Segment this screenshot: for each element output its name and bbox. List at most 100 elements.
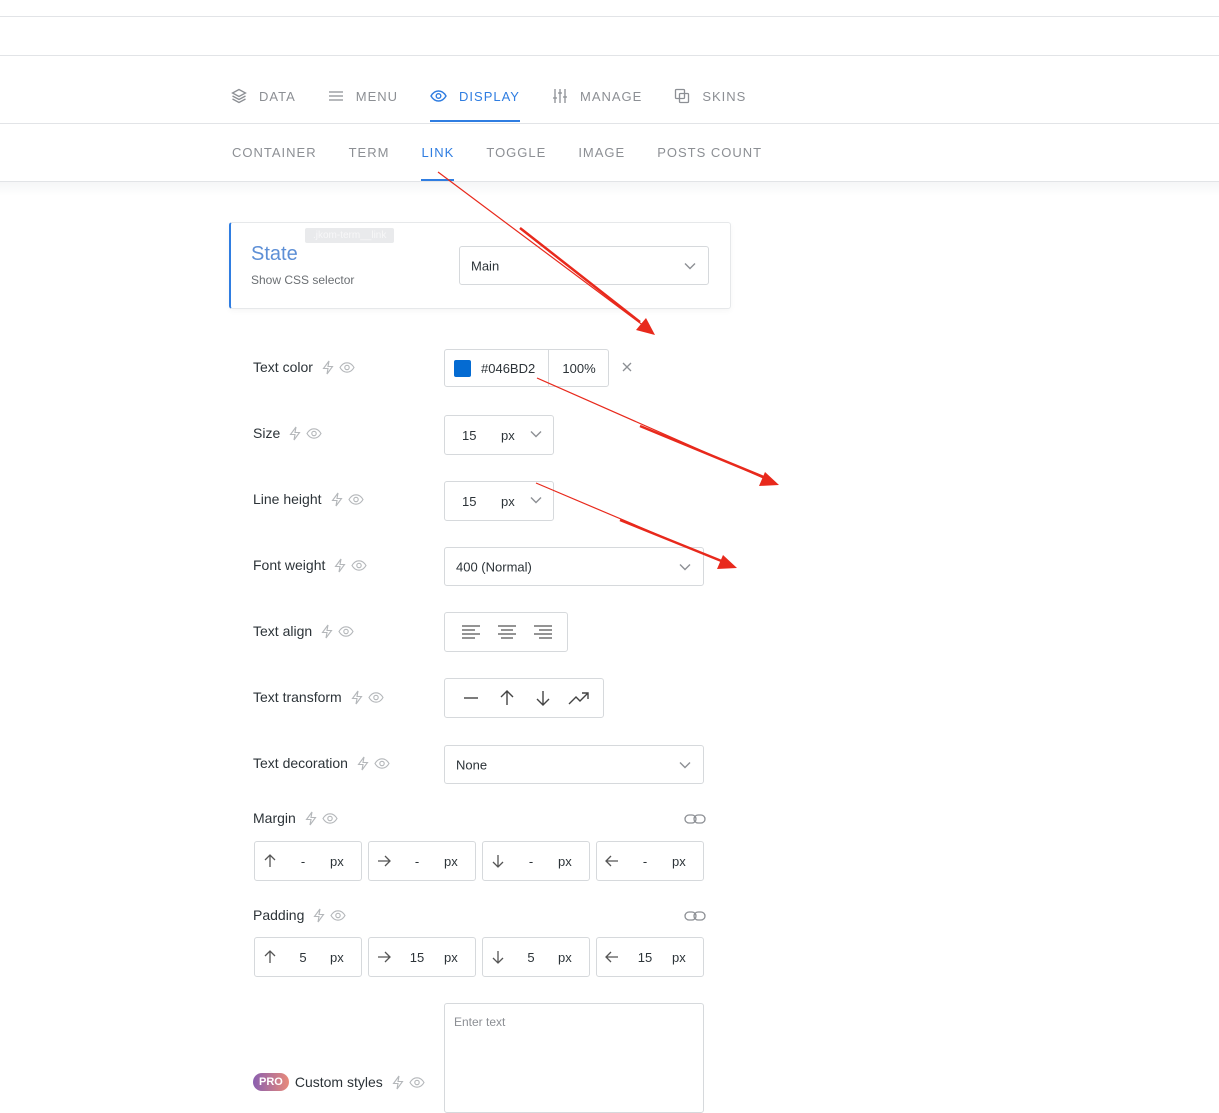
- tab-manage[interactable]: MANAGE: [552, 84, 642, 108]
- align-center-button[interactable]: [489, 613, 525, 651]
- margin-top-value[interactable]: -: [293, 854, 313, 869]
- tab-data[interactable]: DATA: [231, 84, 296, 108]
- margin-left-input[interactable]: - px: [596, 841, 704, 881]
- padding-bottom-input[interactable]: 5 px: [482, 937, 590, 977]
- eye-icon[interactable]: [306, 426, 322, 441]
- margin-right-input[interactable]: - px: [368, 841, 476, 881]
- align-left-button[interactable]: [453, 613, 489, 651]
- margin-right-unit[interactable]: px: [444, 854, 458, 869]
- bolt-icon[interactable]: [288, 426, 302, 441]
- font-weight-value: 400 (Normal): [456, 559, 532, 574]
- eye-icon[interactable]: [338, 624, 354, 639]
- bolt-icon[interactable]: [320, 624, 334, 639]
- color-opacity-value[interactable]: 100%: [548, 350, 609, 386]
- eye-icon[interactable]: [322, 811, 338, 826]
- margin-right-value[interactable]: -: [407, 854, 427, 869]
- padding-top-input[interactable]: 5 px: [254, 937, 362, 977]
- bolt-icon[interactable]: [391, 1075, 405, 1090]
- bolt-icon[interactable]: [312, 908, 326, 923]
- subtab-toggle[interactable]: TOGGLE: [486, 143, 546, 163]
- transform-uppercase-button[interactable]: [489, 679, 525, 717]
- padding-right-input[interactable]: 15 px: [368, 937, 476, 977]
- subtab-link[interactable]: LINK: [421, 143, 455, 181]
- line-height-input[interactable]: 15 px: [444, 481, 554, 521]
- eye-icon[interactable]: [368, 690, 384, 705]
- state-select[interactable]: Main: [459, 246, 709, 285]
- subtab-container[interactable]: CONTAINER: [232, 143, 317, 163]
- bolt-icon[interactable]: [330, 492, 344, 507]
- link-values-icon[interactable]: [684, 909, 706, 923]
- margin-left-unit[interactable]: px: [672, 854, 686, 869]
- text-color-label: Text color: [253, 359, 313, 375]
- line-height-unit[interactable]: px: [501, 494, 515, 509]
- link-values-icon[interactable]: [684, 812, 706, 826]
- transform-lowercase-button[interactable]: [525, 679, 561, 717]
- eye-icon[interactable]: [339, 360, 355, 375]
- eye-icon: [430, 90, 447, 102]
- arrow-right-icon: [378, 951, 391, 963]
- line-height-value[interactable]: 15: [462, 494, 476, 509]
- margin-top-unit[interactable]: px: [330, 854, 344, 869]
- subtab-term[interactable]: TERM: [349, 143, 390, 163]
- arrow-left-icon: [605, 951, 618, 963]
- margin-bottom-value[interactable]: -: [521, 854, 541, 869]
- annotation-arrow: [536, 377, 779, 486]
- layers-icon: [231, 88, 247, 104]
- text-color-picker[interactable]: #046BD2 100%: [444, 349, 609, 387]
- color-swatch[interactable]: [454, 360, 471, 377]
- clear-color-icon[interactable]: [620, 360, 634, 374]
- custom-styles-placeholder: Enter text: [454, 1015, 506, 1029]
- bolt-icon[interactable]: [350, 690, 364, 705]
- size-value[interactable]: 15: [462, 428, 476, 443]
- margin-left-value[interactable]: -: [635, 854, 655, 869]
- bolt-icon[interactable]: [333, 558, 347, 573]
- eye-icon[interactable]: [351, 558, 368, 573]
- size-input[interactable]: 15 px: [444, 415, 554, 455]
- sliders-icon: [552, 89, 567, 103]
- tab-skins-label: SKINS: [702, 88, 747, 104]
- color-hex-value[interactable]: #046BD2: [481, 361, 535, 376]
- margin-bottom-input[interactable]: - px: [482, 841, 590, 881]
- padding-right-value[interactable]: 15: [407, 950, 427, 965]
- subtab-image[interactable]: IMAGE: [578, 143, 625, 163]
- chevron-down-icon[interactable]: [530, 430, 542, 438]
- padding-left-unit[interactable]: px: [672, 950, 686, 965]
- line-height-row-label: Line height: [253, 491, 368, 507]
- align-right-button[interactable]: [525, 613, 561, 651]
- margin-top-input[interactable]: - px: [254, 841, 362, 881]
- size-row-label: Size: [253, 425, 326, 441]
- tab-menu[interactable]: MENU: [328, 84, 398, 108]
- eye-icon[interactable]: [330, 908, 347, 923]
- subtabs-shadow: [0, 182, 1219, 196]
- bolt-icon[interactable]: [356, 756, 370, 771]
- eye-icon[interactable]: [409, 1075, 425, 1090]
- padding-right-unit[interactable]: px: [444, 950, 458, 965]
- show-css-selector-link[interactable]: Show CSS selector: [251, 273, 354, 287]
- custom-styles-textarea[interactable]: Enter text: [444, 1003, 704, 1113]
- padding-bottom-value[interactable]: 5: [521, 950, 541, 965]
- tab-display[interactable]: DISPLAY: [430, 84, 520, 122]
- eye-icon[interactable]: [347, 492, 364, 507]
- tab-skins[interactable]: SKINS: [674, 84, 746, 108]
- eye-icon[interactable]: [374, 756, 390, 771]
- padding-left-input[interactable]: 15 px: [596, 937, 704, 977]
- transform-none-button[interactable]: [453, 679, 489, 717]
- subtab-posts-count[interactable]: POSTS COUNT: [657, 143, 762, 163]
- arrow-up-icon: [264, 950, 276, 963]
- bolt-icon[interactable]: [304, 811, 318, 826]
- state-panel: .jkom-term__link State Show CSS selector…: [229, 222, 731, 309]
- state-select-value: Main: [471, 258, 500, 273]
- main-tabs: DATA MENU DISPLAY MANAGE SKINS: [231, 84, 778, 122]
- padding-left-value[interactable]: 15: [635, 950, 655, 965]
- size-unit[interactable]: px: [501, 428, 515, 443]
- bolt-icon[interactable]: [321, 360, 335, 375]
- padding-top-unit[interactable]: px: [330, 950, 344, 965]
- transform-capitalize-button[interactable]: [561, 679, 597, 717]
- padding-bottom-unit[interactable]: px: [558, 950, 572, 965]
- font-weight-select[interactable]: 400 (Normal): [444, 547, 704, 586]
- margin-bottom-unit[interactable]: px: [558, 854, 572, 869]
- copy-icon: [675, 88, 690, 104]
- padding-top-value[interactable]: 5: [293, 950, 313, 965]
- chevron-down-icon[interactable]: [530, 496, 542, 504]
- text-decoration-select[interactable]: None: [444, 745, 704, 784]
